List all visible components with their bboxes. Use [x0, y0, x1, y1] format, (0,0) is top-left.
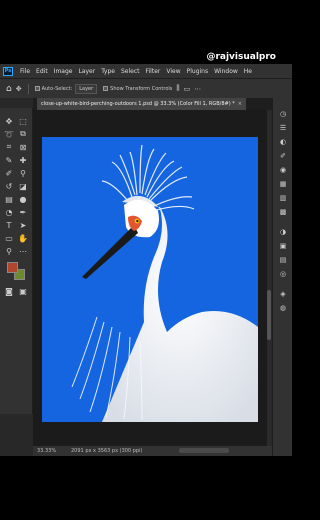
brush-tool-icon[interactable]: ✐	[4, 168, 14, 178]
menu-bar: Ps File Edit Image Layer Type Select Fil…	[0, 64, 292, 78]
menu-file[interactable]: File	[17, 68, 33, 75]
distribute-icon[interactable]: ▭	[184, 85, 191, 93]
object-select-tool-icon[interactable]: ⧉	[18, 129, 28, 139]
more-tools-icon[interactable]: ⋯	[18, 246, 28, 256]
brush-panel-icon[interactable]: ✐	[279, 152, 287, 160]
menu-view[interactable]: View	[163, 68, 183, 75]
auto-select-dropdown[interactable]: Layer	[75, 83, 98, 94]
dodge-tool-icon[interactable]: ◔	[4, 207, 14, 217]
panels-dock: ◷ ☰ ◐ ✐ ◉ ▦ ▥ ▩ ◑ ▣ ▤ ◎ ◈ ◍	[272, 98, 292, 456]
menu-window[interactable]: Window	[211, 68, 241, 75]
adjustments-panel-icon[interactable]: ◐	[279, 138, 287, 146]
checkbox-icon	[103, 86, 109, 91]
document-tab-bar: close-up-white-bird-perching-outdoors 1.…	[33, 98, 272, 110]
channels-panel-icon[interactable]: ◍	[279, 304, 287, 312]
clone-stamp-tool-icon[interactable]: ⚲	[18, 168, 28, 178]
path-select-tool-icon[interactable]: ➤	[18, 220, 28, 230]
auto-select-label: Auto-Select:	[41, 85, 73, 92]
libraries-panel-icon[interactable]: ▤	[279, 256, 287, 264]
quick-mask-icon[interactable]: ◙	[4, 286, 14, 296]
swatches-panel-icon[interactable]: ▦	[279, 180, 287, 188]
menu-help[interactable]: He	[241, 68, 255, 75]
watermark-text: @rajvisualpro	[206, 52, 276, 62]
marquee-tool-icon[interactable]: ⬚	[18, 116, 28, 126]
document-tab-title: close-up-white-bird-perching-outdoors 1.…	[41, 101, 235, 107]
gradient-tool-icon[interactable]: ▤	[4, 194, 14, 204]
tools-panel: ✥ ⬚ ➰ ⧉ ⌗ ⊠ ✎ ✚ ✐ ⚲ ↺ ◪ ▤ ● ◔ ✒ T ➤ ▭ ✋ …	[0, 108, 33, 414]
type-tool-icon[interactable]: T	[4, 220, 14, 230]
menu-type[interactable]: Type	[98, 68, 118, 75]
eraser-tool-icon[interactable]: ◪	[18, 181, 28, 191]
eyedropper-tool-icon[interactable]: ✎	[4, 155, 14, 165]
history-panel-icon[interactable]: ◷	[279, 110, 287, 118]
menu-select[interactable]: Select	[118, 68, 143, 75]
color-panel-icon[interactable]: ◉	[279, 166, 287, 174]
transform-controls-label: Show Transform Controls	[110, 85, 173, 92]
photoshop-logo: Ps	[3, 66, 13, 76]
egret-photo	[71, 144, 258, 422]
navigator-panel-icon[interactable]: ◎	[279, 270, 287, 278]
vertical-scrollbar[interactable]	[267, 110, 271, 452]
menu-plugins[interactable]: Plugins	[184, 68, 212, 75]
screen-mode-icon[interactable]: ▣	[18, 286, 28, 296]
document-tab[interactable]: close-up-white-bird-perching-outdoors 1.…	[37, 98, 246, 110]
move-tool-icon[interactable]: ✥	[4, 116, 14, 126]
properties-panel-icon[interactable]: ☰	[279, 124, 287, 132]
more-options-icon[interactable]: ⋯	[194, 85, 201, 93]
layers-panel-icon[interactable]: ◈	[279, 290, 287, 298]
home-icon[interactable]: ⌂	[6, 84, 12, 94]
zoom-level[interactable]: 33.33%	[37, 448, 65, 454]
photoshop-window: Ps File Edit Image Layer Type Select Fil…	[0, 64, 292, 456]
horizontal-scrollbar[interactable]	[179, 448, 229, 453]
history-brush-tool-icon[interactable]: ↺	[4, 181, 14, 191]
zoom-tool-icon[interactable]: ⚲	[4, 246, 14, 256]
healing-tool-icon[interactable]: ✚	[18, 155, 28, 165]
blur-tool-icon[interactable]: ●	[18, 194, 28, 204]
lasso-tool-icon[interactable]: ➰	[4, 129, 14, 139]
info-panel-icon[interactable]: ▣	[279, 242, 287, 250]
patterns-panel-icon[interactable]: ▩	[279, 208, 287, 216]
crop-tool-icon[interactable]: ⌗	[4, 142, 14, 152]
move-tool-options-icon[interactable]: ✥	[16, 85, 22, 93]
transform-controls-checkbox[interactable]: Show Transform Controls	[103, 86, 172, 92]
menu-filter[interactable]: Filter	[143, 68, 164, 75]
menu-layer[interactable]: Layer	[75, 68, 98, 75]
scrollbar-thumb[interactable]	[267, 290, 271, 340]
paths-panel-icon[interactable]: ◑	[279, 228, 287, 236]
pen-tool-icon[interactable]: ✒	[18, 207, 28, 217]
align-icon[interactable]: ⫼	[176, 84, 179, 93]
divider	[27, 83, 29, 94]
menu-edit[interactable]: Edit	[33, 68, 51, 75]
document-canvas[interactable]	[42, 137, 258, 422]
close-icon[interactable]: ×	[238, 101, 242, 107]
menu-image[interactable]: Image	[51, 68, 76, 75]
foreground-color-swatch[interactable]	[7, 262, 18, 273]
status-bar: 33.33% 2091 px x 3563 px (300 ppi)	[33, 446, 272, 456]
auto-select-checkbox[interactable]: Auto-Select: Layer	[34, 83, 98, 94]
shape-tool-icon[interactable]: ▭	[4, 233, 14, 243]
document-dimensions[interactable]: 2091 px x 3563 px (300 ppi)	[71, 448, 142, 454]
canvas-area[interactable]	[33, 110, 267, 452]
gradients-panel-icon[interactable]: ▥	[279, 194, 287, 202]
options-bar: ⌂ ✥ Auto-Select: Layer Show Transform Co…	[0, 78, 292, 98]
frame-tool-icon[interactable]: ⊠	[18, 142, 28, 152]
hand-tool-icon[interactable]: ✋	[18, 233, 28, 243]
checkbox-icon	[34, 86, 40, 91]
